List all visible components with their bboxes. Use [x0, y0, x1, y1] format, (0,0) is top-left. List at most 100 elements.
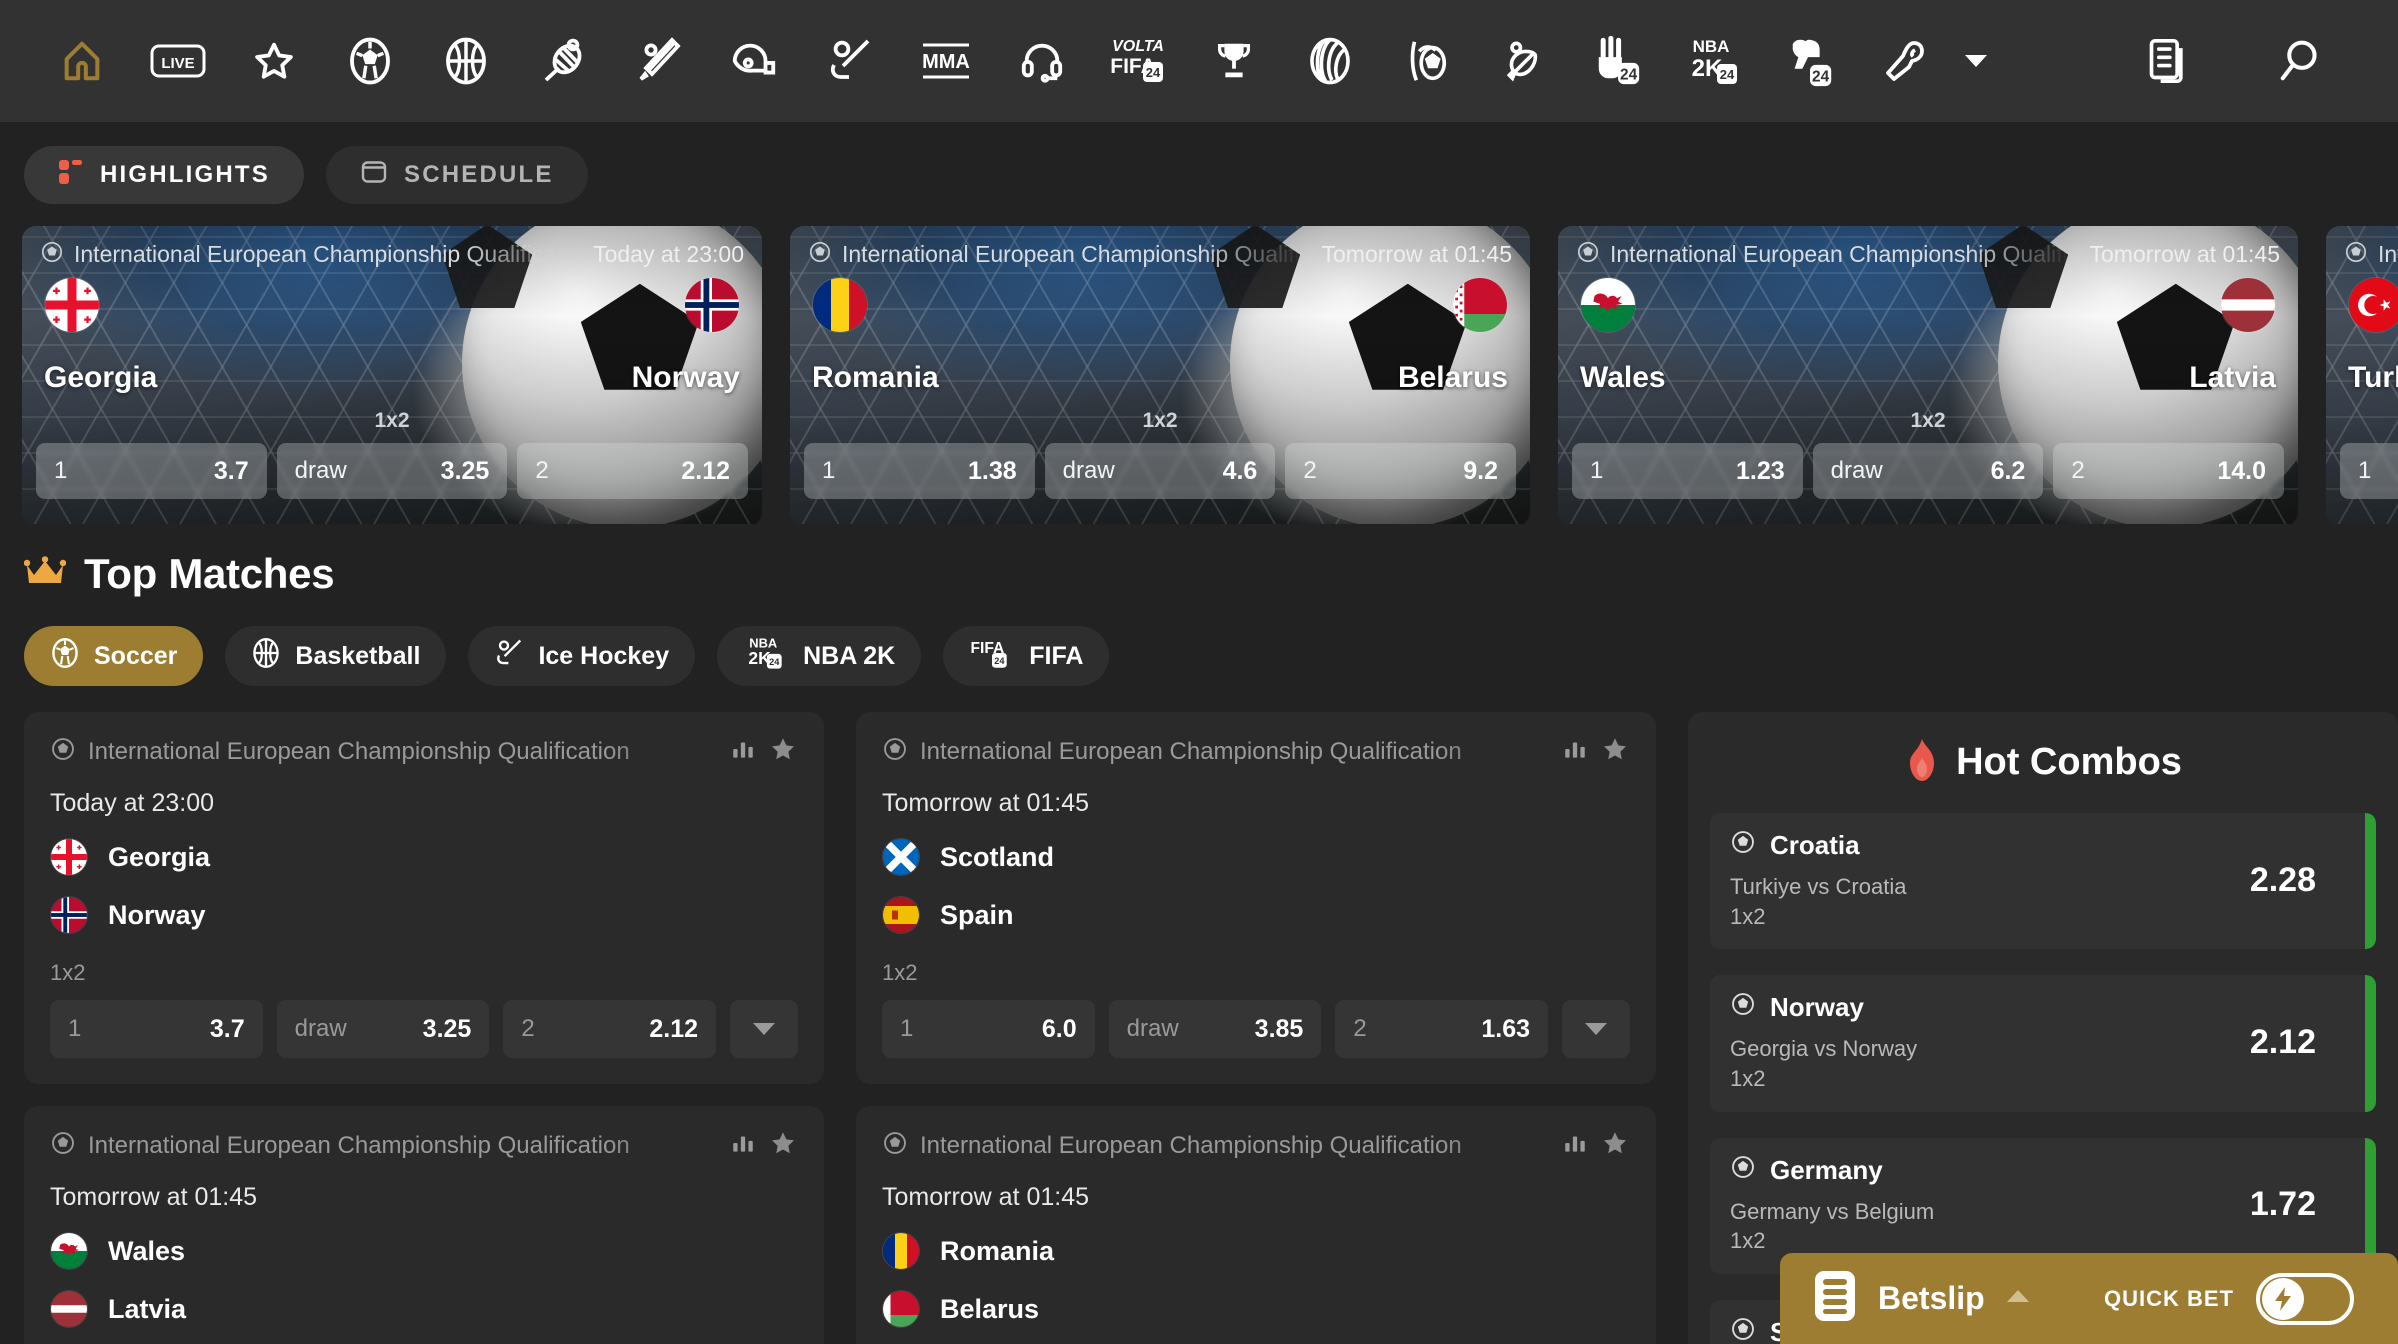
tab-schedule[interactable]: SCHEDULE	[326, 146, 588, 204]
svg-text:24: 24	[994, 656, 1005, 666]
top-matches-grid: International European Championship Qual…	[0, 686, 2398, 1344]
nav-item-cricket[interactable]	[610, 13, 706, 109]
combo-market: 1x2	[1730, 1228, 1766, 1254]
odd-value: 9.2	[1463, 456, 1499, 485]
home-team-row: Wales	[50, 1232, 798, 1270]
highlight-card[interactable]: International European Championship Qual…	[790, 226, 1530, 524]
volta-fifa-24-icon: FIFA 24	[969, 632, 1015, 681]
odd-button-draw[interactable]: draw 3.25	[276, 1000, 490, 1058]
chevron-up-icon[interactable]	[2006, 1289, 2029, 1308]
betslip-bar[interactable]: Betslip QUICK BET	[1780, 1253, 2398, 1344]
nav-item-nba-2k-24[interactable]: NBA 2K 24	[1666, 13, 1762, 109]
home-team-flag	[882, 838, 920, 876]
odd-value: 3.25	[422, 1014, 472, 1043]
nav-item-mma[interactable]: MMA	[898, 13, 994, 109]
nav-item-favorites[interactable]	[226, 13, 322, 109]
favorite-star-icon[interactable]	[768, 734, 798, 769]
odd-button-draw[interactable]: draw 4.6	[1044, 443, 1276, 499]
odd-button-draw[interactable]: draw 6.2	[1812, 443, 2044, 499]
odd-button-away[interactable]: 2 2.12	[517, 443, 749, 499]
sport-tab-ice-hockey[interactable]: Ice Hockey	[468, 626, 696, 686]
home-team-name: Georgia	[108, 841, 211, 872]
nav-item-esports[interactable]	[994, 13, 1090, 109]
nav-item-volleyball[interactable]	[1282, 13, 1378, 109]
combo-fixture: Turkiye vs Croatia	[1730, 874, 1907, 899]
more-markets-button[interactable]	[730, 1000, 799, 1058]
favorite-star-icon[interactable]	[768, 1128, 798, 1163]
match-card[interactable]: International European Championship Qual…	[856, 1106, 1656, 1344]
sport-tab-nba-2k[interactable]: NBA 2K 24 NBA 2K	[717, 626, 922, 686]
highlight-card[interactable]: International European Championship Qual…	[2326, 226, 2398, 524]
sport-tab-soccer[interactable]: Soccer	[24, 626, 204, 686]
highlight-card[interactable]: International European Championship Qual…	[22, 226, 762, 524]
nav-item-tennis[interactable]	[514, 13, 610, 109]
combo-item[interactable]: Norway Georgia vs Norway 1x2 2.12	[1710, 975, 2376, 1112]
odd-button-away[interactable]: 2 1.63	[1335, 1000, 1549, 1058]
odd-button-draw[interactable]: draw 3.85	[1108, 1000, 1322, 1058]
nav-item-soccer[interactable]	[322, 13, 418, 109]
stats-icon[interactable]	[730, 736, 756, 767]
stats-icon[interactable]	[1562, 736, 1588, 767]
combo-odd-value: 2.12	[2249, 1023, 2316, 1062]
nav-item-futsal[interactable]	[1378, 13, 1474, 109]
highlight-card[interactable]: International European Championship Qual…	[1558, 226, 2298, 524]
odd-button-home[interactable]: 1 1.23	[1572, 443, 1803, 499]
stats-icon[interactable]	[730, 1130, 756, 1161]
nav-item-table-tennis[interactable]	[1474, 13, 1570, 109]
odds-row: 1 3.7 draw 3.25 2 2.12	[22, 433, 762, 515]
combo-item[interactable]: Croatia Turkiye vs Croatia 1x2 2.28	[1710, 813, 2376, 950]
match-card[interactable]: International European Championship Qual…	[24, 1106, 824, 1344]
odd-button-away[interactable]: 2 14.0	[2053, 443, 2285, 499]
nav-item-boxing[interactable]	[1858, 13, 1954, 109]
soccer-ball-icon	[1730, 829, 1756, 862]
quick-bet-toggle[interactable]	[2256, 1272, 2354, 1325]
nav-overflow-caret[interactable]	[1954, 13, 1998, 109]
odd-label: 2	[521, 1015, 535, 1042]
odd-value: 3.85	[1254, 1014, 1304, 1043]
svg-text:24: 24	[769, 656, 780, 666]
nav-item-american-football[interactable]	[706, 13, 802, 109]
sport-tab-fifa[interactable]: FIFA 24 FIFA	[943, 626, 1110, 686]
nav-item-home[interactable]	[34, 13, 130, 109]
nav-item-tournaments[interactable]	[1186, 13, 1282, 109]
basketball-icon	[251, 637, 281, 676]
match-card[interactable]: International European Championship Qual…	[856, 712, 1656, 1084]
odd-button-away[interactable]: 2 2.12	[503, 1000, 717, 1058]
matches-column-1: International European Championship Qual…	[24, 712, 824, 1344]
away-team-name: Spain	[940, 899, 1014, 930]
sport-tab-basketball[interactable]: Basketball	[225, 626, 447, 686]
odd-button-home[interactable]: 1 6.0	[882, 1000, 1095, 1058]
odd-button-home[interactable]: 1 3.7	[36, 443, 267, 499]
stats-icon[interactable]	[1562, 1130, 1588, 1161]
odd-button-home[interactable]: 1 1.9	[2340, 443, 2398, 499]
odds-row: 1 1.9 draw 3.4 2 2.28	[2326, 433, 2398, 515]
nav-item-ice-hockey[interactable]	[802, 13, 898, 109]
tab-highlights[interactable]: HIGHLIGHTS	[24, 146, 304, 204]
odd-label: 1	[822, 457, 836, 484]
favorite-star-icon[interactable]	[1600, 734, 1630, 769]
my-bets-icon[interactable]	[2120, 13, 2216, 109]
more-markets-button[interactable]	[1562, 1000, 1631, 1058]
combo-market: 1x2	[1730, 1066, 1766, 1092]
match-card[interactable]: International European Championship Qual…	[24, 712, 824, 1084]
away-team-name: Norway	[108, 899, 206, 930]
nav-item-basketball[interactable]	[418, 13, 514, 109]
nav-item-handball-24[interactable]: 24	[1570, 13, 1666, 109]
odd-label: draw	[1062, 457, 1115, 484]
page-title: Top Matches	[84, 550, 335, 597]
search-icon[interactable]	[2252, 13, 2348, 109]
favorite-star-icon[interactable]	[1600, 1128, 1630, 1163]
nav-item-live[interactable]: LIVE	[130, 13, 226, 109]
highlights-carousel[interactable]: International European Championship Qual…	[0, 204, 2398, 524]
lightning-icon	[2262, 1277, 2304, 1320]
odd-button-away[interactable]: 2 9.2	[1285, 443, 1517, 499]
odd-button-home[interactable]: 1 1.38	[804, 443, 1035, 499]
soccer-ball-icon	[50, 637, 80, 676]
away-team-flag	[2220, 277, 2276, 333]
odd-label: 2	[535, 457, 549, 484]
odd-button-home[interactable]: 1 3.7	[50, 1000, 263, 1058]
odd-label: draw	[294, 457, 347, 484]
nav-item-hockey-24[interactable]: 24	[1762, 13, 1858, 109]
nav-item-volta-fifa-24[interactable]: VOLTA FIFA 24	[1090, 13, 1186, 109]
odd-button-draw[interactable]: draw 3.25	[276, 443, 508, 499]
